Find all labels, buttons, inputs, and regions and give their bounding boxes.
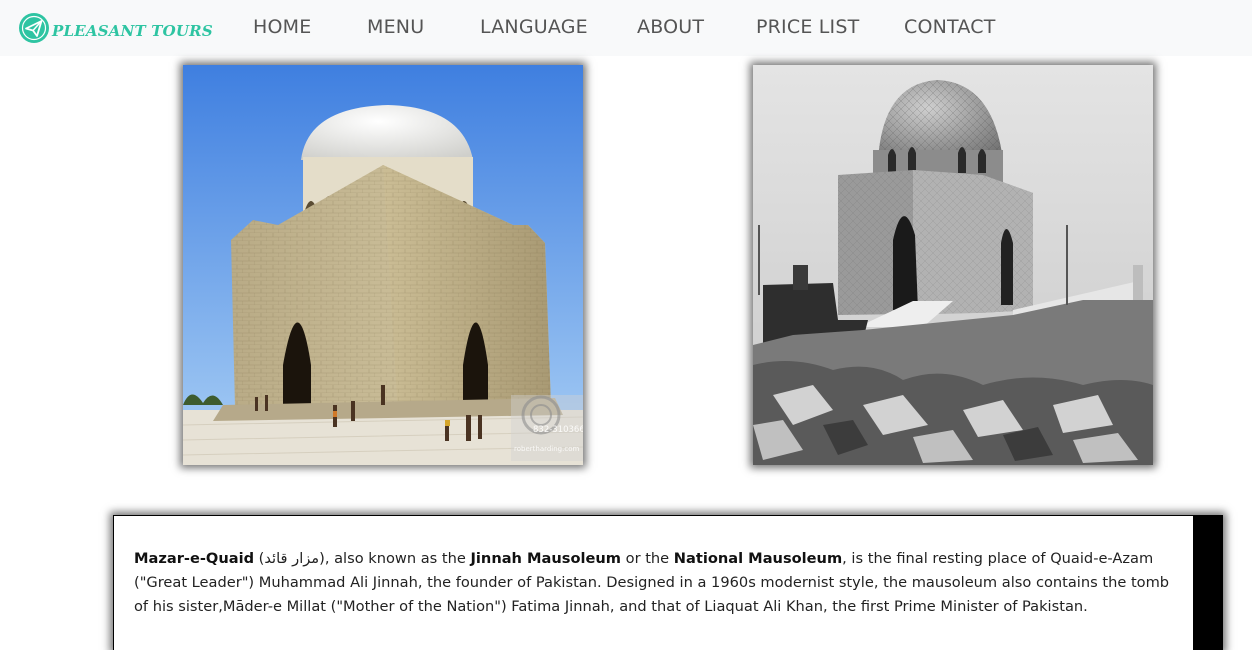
native-name-urdu: مزار قائد <box>264 550 320 567</box>
nav-home[interactable]: HOME <box>253 16 311 38</box>
name-jinnah-mausoleum: Jinnah Mausoleum <box>470 550 622 567</box>
mausoleum-construction-photo <box>753 65 1153 465</box>
nav-language[interactable]: LANGUAGE <box>480 16 588 38</box>
description-text: Mazar-e-Quaid (مزار قائد), also known as… <box>134 547 1173 619</box>
top-navbar: PLEASANT TOURS HOME MENU LANGUAGE ABOUT … <box>0 0 1252 56</box>
watermark-number: 832-310366 <box>533 425 583 435</box>
nav-menu[interactable]: MENU <box>367 16 424 38</box>
paper-plane-icon <box>19 13 49 43</box>
text-also-known: ), also known as the <box>319 550 471 567</box>
mausoleum-construction-image <box>753 65 1153 465</box>
name-national-mausoleum: National Mausoleum <box>673 550 843 567</box>
text-or-the: or the <box>621 550 674 567</box>
mausoleum-modern-image: 832-310366 robertharding.com <box>183 65 583 465</box>
brand-name: PLEASANT TOURS <box>52 22 213 40</box>
mausoleum-modern-photo: 832-310366 robertharding.com <box>183 65 583 465</box>
nav-about[interactable]: ABOUT <box>637 16 704 38</box>
title-mazar-e-quaid: Mazar-e-Quaid <box>134 550 255 567</box>
description-card: Mazar-e-Quaid (مزار قائد), also known as… <box>113 515 1223 650</box>
watermark-site: robertharding.com <box>514 445 579 453</box>
text-open-paren: ( <box>254 550 265 567</box>
brand-logo-link[interactable]: PLEASANT TOURS <box>18 10 213 46</box>
nav-price-list[interactable]: PRICE LIST <box>756 16 859 38</box>
nav-contact[interactable]: CONTACT <box>904 16 996 38</box>
watermark: 832-310366 robertharding.com <box>511 395 583 461</box>
